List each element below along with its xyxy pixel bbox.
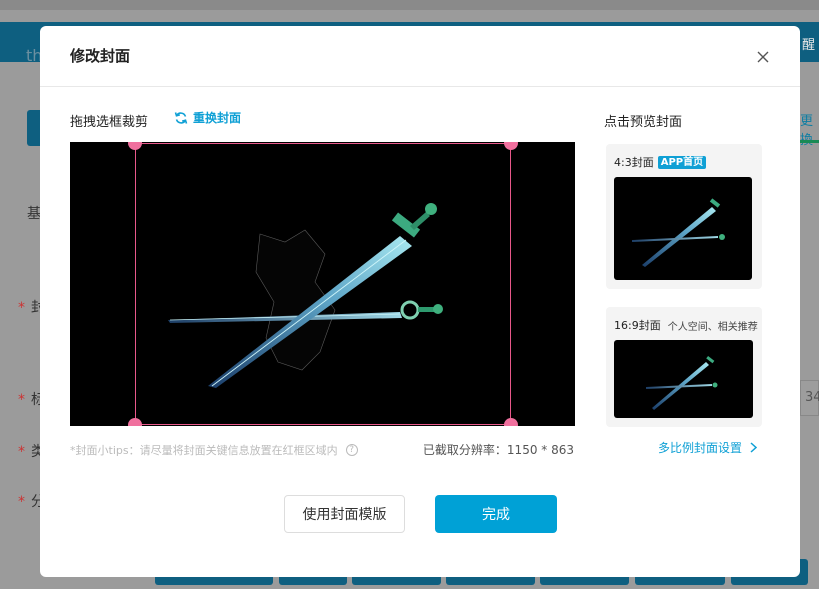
crop-area[interactable] xyxy=(70,142,575,426)
preview-thumbnail-4-3 xyxy=(614,177,752,280)
cover-tips: *封面小tips：请尽量将封面关键信息放置在红框区域内 ? xyxy=(70,442,358,458)
crop-handle-bottom-left[interactable] xyxy=(128,418,142,426)
background-tab-indicator xyxy=(800,140,819,143)
preview-card-title: 16:9封面 个人空间、相关推荐 xyxy=(614,317,758,333)
cover-tips-text: *封面小tips：请尽量将封面关键信息放置在红框区域内 xyxy=(70,444,338,457)
preview-card-title: 4:3封面 APP首页 xyxy=(614,154,707,170)
multi-ratio-cover-settings-link[interactable]: 多比例封面设置 xyxy=(658,439,758,456)
preview-card-16-9[interactable]: 16:9封面 个人空间、相关推荐 xyxy=(606,307,762,427)
crop-handle-top-left[interactable] xyxy=(128,142,142,150)
background-topbar xyxy=(0,0,819,10)
multi-ratio-label: 多比例封面设置 xyxy=(658,441,743,455)
replace-cover-label: 重换封面 xyxy=(193,111,242,125)
preview-card-title-text: 16:9封面 xyxy=(614,319,661,332)
background-remind-label: 醒 xyxy=(801,38,815,53)
app-homepage-badge: APP首页 xyxy=(657,155,707,169)
background-input: 34 xyxy=(800,380,819,416)
background-label-basic: 基 xyxy=(27,206,41,222)
chevron-right-icon xyxy=(750,442,758,453)
refresh-icon xyxy=(174,111,188,124)
close-icon[interactable] xyxy=(756,50,770,64)
crop-selection-frame[interactable] xyxy=(128,142,518,426)
preview-thumbnail-16-9 xyxy=(614,340,753,418)
dialog-title: 修改封面 xyxy=(70,47,131,65)
preview-card-title-text: 4:3封面 xyxy=(614,156,654,169)
done-button[interactable]: 完成 xyxy=(435,495,557,533)
dialog-header: 修改封面 xyxy=(40,26,800,87)
replace-cover-link[interactable]: 重换封面 xyxy=(174,109,241,126)
use-cover-template-button[interactable]: 使用封面模版 xyxy=(284,495,405,533)
crop-handle-bottom-right[interactable] xyxy=(504,418,518,426)
edit-cover-dialog: 修改封面 拖拽选框裁剪 重换封面 *封面小tips：请尽量将封面关键信息放置在红… xyxy=(40,26,800,577)
resolution-text: 已截取分辨率：1150 * 863 xyxy=(422,443,574,457)
preview-label: 点击预览封面 xyxy=(604,115,683,130)
preview-card-4-3[interactable]: 4:3封面 APP首页 xyxy=(606,144,762,289)
preview-card-subtitle: 个人空间、相关推荐 xyxy=(667,321,758,333)
help-icon[interactable]: ? xyxy=(345,444,358,456)
crop-instruction-label: 拖拽选框裁剪 xyxy=(70,115,149,130)
